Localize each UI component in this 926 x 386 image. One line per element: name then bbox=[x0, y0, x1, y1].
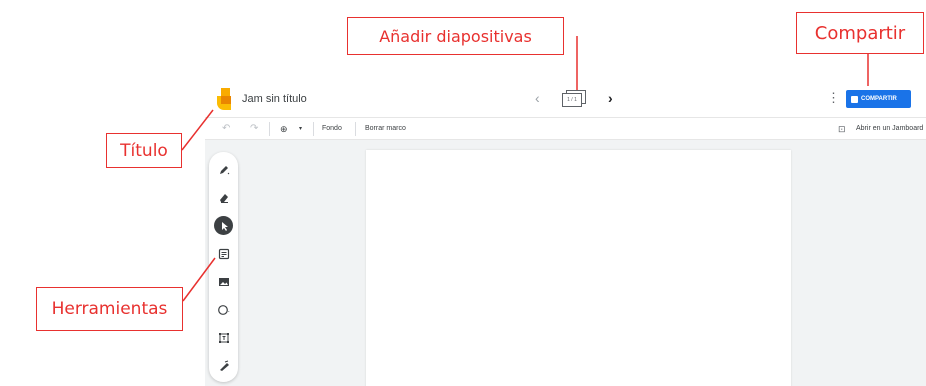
pen-icon[interactable] bbox=[214, 160, 233, 179]
zoom-dropdown-icon[interactable]: ▾ bbox=[299, 122, 302, 136]
jamboard-logo-icon[interactable] bbox=[217, 88, 231, 110]
toolbar-divider bbox=[313, 122, 314, 136]
share-button-label: COMPARTIR bbox=[861, 96, 897, 102]
callout-tools: Herramientas bbox=[36, 287, 183, 331]
more-options-icon[interactable]: ⋮ bbox=[827, 91, 840, 105]
callout-title-label: Título bbox=[120, 140, 168, 161]
open-in-jamboard-icon[interactable]: ⊡ bbox=[838, 122, 846, 136]
background-button[interactable]: Fondo bbox=[322, 122, 342, 136]
callout-share: Compartir bbox=[796, 12, 924, 54]
open-in-jamboard-link[interactable]: Abrir en un Jamboard bbox=[856, 122, 923, 136]
select-cursor-icon[interactable] bbox=[214, 216, 233, 235]
callout-add-slides: Añadir diapositivas bbox=[347, 17, 564, 55]
clear-frame-button[interactable]: Borrar marco bbox=[365, 122, 406, 136]
share-icon bbox=[851, 95, 858, 103]
next-frame-icon[interactable]: › bbox=[608, 89, 613, 107]
laser-icon[interactable] bbox=[214, 356, 233, 375]
jamboard-app: Jam sin título ‹ 1 / 1 › ⋮ COMPARTIR ↶ ↷… bbox=[205, 80, 926, 386]
eraser-icon[interactable] bbox=[214, 188, 233, 207]
callout-share-label: Compartir bbox=[814, 22, 906, 44]
undo-icon[interactable]: ↶ bbox=[222, 122, 230, 136]
callout-tools-label: Herramientas bbox=[51, 299, 168, 319]
image-icon[interactable] bbox=[214, 272, 233, 291]
tool-rail bbox=[209, 152, 238, 382]
document-title[interactable]: Jam sin título bbox=[242, 93, 307, 105]
zoom-icon[interactable]: ⊕ bbox=[280, 122, 288, 136]
top-bar: Jam sin título ‹ 1 / 1 › ⋮ COMPARTIR bbox=[205, 80, 926, 118]
sticky-note-icon[interactable] bbox=[214, 244, 233, 263]
frame-bar-button[interactable]: 1 / 1 bbox=[562, 90, 586, 108]
share-button[interactable]: COMPARTIR bbox=[846, 90, 911, 108]
callout-add-slides-label: Añadir diapositivas bbox=[379, 26, 532, 46]
circle-shape-icon[interactable] bbox=[214, 300, 233, 319]
callout-title: Título bbox=[106, 133, 182, 168]
whiteboard-canvas[interactable] bbox=[366, 150, 791, 386]
previous-frame-icon[interactable]: ‹ bbox=[535, 89, 540, 107]
redo-icon[interactable]: ↷ bbox=[250, 122, 258, 136]
toolbar-divider bbox=[269, 122, 270, 136]
frame-counter: 1 / 1 bbox=[562, 93, 582, 107]
toolbar-divider bbox=[355, 122, 356, 136]
text-box-icon[interactable] bbox=[214, 328, 233, 347]
edit-toolbar: ↶ ↷ ⊕ ▾ Fondo Borrar marco ⊡ Abrir en un… bbox=[205, 118, 926, 140]
